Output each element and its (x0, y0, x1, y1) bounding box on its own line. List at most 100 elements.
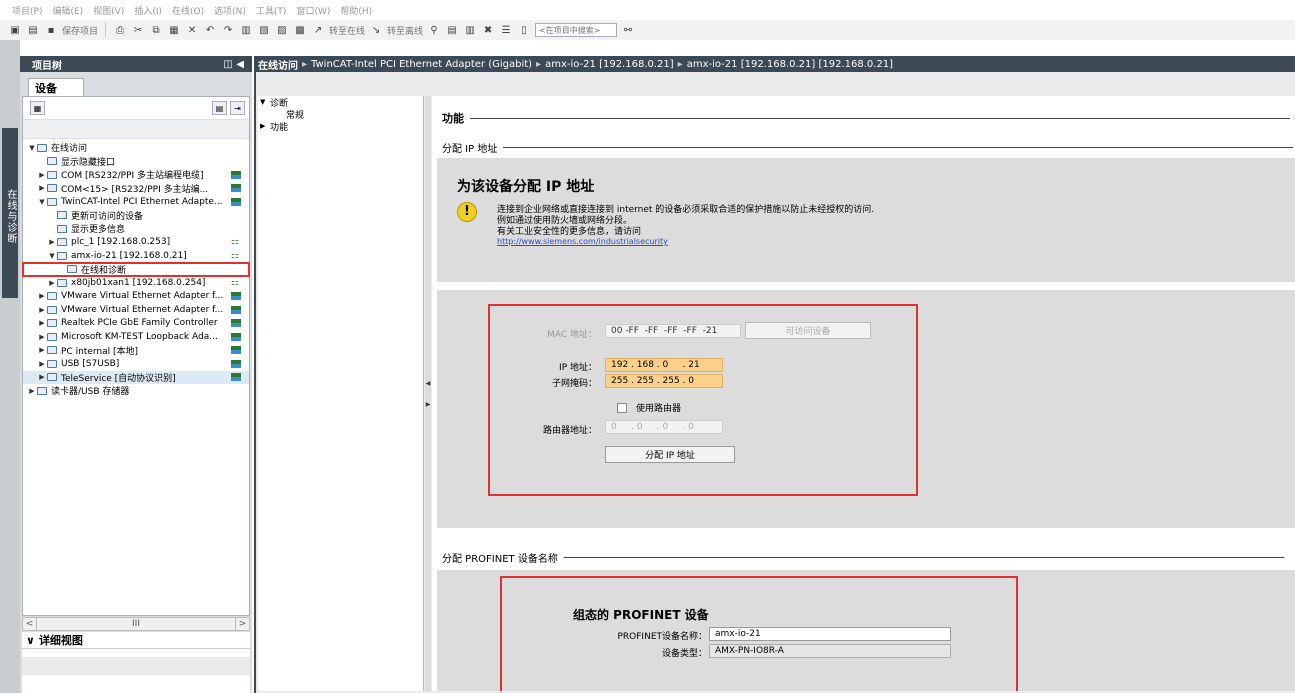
collapse-arrow-icon[interactable]: ▶ (37, 333, 47, 341)
go-offline-button[interactable]: 转至离线 (387, 24, 423, 37)
breadcrumb-item[interactable]: 在线访问 (258, 57, 298, 72)
detail-view-header[interactable]: ∨ 详细视图 (22, 632, 250, 648)
tree-item[interactable]: 显示更多信息 (23, 222, 249, 236)
copy-icon[interactable]: ⧉ (149, 23, 163, 37)
tree-view-icon[interactable]: ▦ (30, 101, 45, 115)
redo-icon[interactable]: ↷ (221, 23, 235, 37)
collapse-arrow-icon[interactable]: ▶ (47, 279, 57, 287)
simulation-icon[interactable]: ▩ (293, 23, 307, 37)
menu-item[interactable]: 在线(O) (168, 4, 208, 17)
split-horizontal-icon[interactable]: ☰ (499, 23, 513, 37)
collapse-arrow-icon[interactable]: ▶ (27, 387, 37, 395)
pane-splitter[interactable]: ◀ ▶ (425, 96, 431, 691)
delete-icon[interactable]: ✕ (185, 23, 199, 37)
profinet-name-field[interactable]: amx-io-21 (709, 627, 951, 641)
download-icon[interactable]: ▧ (257, 23, 271, 37)
tree-item[interactable]: ▶ TeleService [自动协议识别] (23, 370, 249, 384)
accessible-devices-icon[interactable]: ⚲ (427, 23, 441, 37)
collapse-arrow-icon[interactable]: ▶ (37, 360, 47, 368)
save-icon[interactable]: ▪ (44, 23, 58, 37)
tree-item[interactable]: ▶ 读卡器/USB 存储器 (23, 384, 249, 398)
tree-item[interactable]: ▶ USB [S7USB] (23, 357, 249, 371)
export-icon[interactable]: ⇥ (230, 101, 245, 115)
nav-item[interactable]: ▼ 诊断 (258, 96, 423, 109)
project-search-input[interactable] (535, 23, 618, 37)
accessible-devices-button[interactable]: 可访问设备 (745, 322, 871, 339)
save-project-button[interactable]: 保存项目 (62, 24, 98, 37)
undo-icon[interactable]: ↶ (203, 23, 217, 37)
print-icon[interactable]: ⎙ (113, 23, 127, 37)
collapse-arrow-icon[interactable]: ▶ (37, 319, 47, 327)
menu-item[interactable]: 窗口(W) (292, 4, 334, 17)
collapse-arrow-icon[interactable]: ▶ (37, 184, 47, 192)
tree-item[interactable]: ▶ Realtek PCIe GbE Family Controller (23, 317, 249, 331)
splitter-right-icon[interactable]: ▶ (426, 401, 431, 408)
menu-item[interactable]: 帮助(H) (336, 4, 376, 17)
cross-reference-icon[interactable]: ▤ (445, 23, 459, 37)
tree-item[interactable]: ▶ VMware Virtual Ethernet Adapter f... (23, 290, 249, 304)
new-project-icon[interactable]: ▣ (8, 23, 22, 37)
tree-item[interactable]: ▶ VMware Virtual Ethernet Adapter f... (23, 303, 249, 317)
collapse-arrow-icon[interactable]: ▶ (37, 292, 47, 300)
collapse-panel-icon[interactable]: ◫ ◀ (223, 59, 244, 70)
tree-item[interactable]: ▼ TwinCAT-Intel PCI Ethernet Adapte... (23, 195, 249, 209)
tree-item[interactable]: 在线和诊断 (22, 261, 250, 277)
tree-item[interactable]: 显示隐藏接口 (23, 155, 249, 169)
tab-devices[interactable]: 设备 (28, 78, 84, 96)
split-icon[interactable]: ▥ (463, 23, 477, 37)
collapse-arrow-icon[interactable]: ▶ (37, 171, 47, 179)
cut-icon[interactable]: ✂ (131, 23, 145, 37)
go-online-button[interactable]: 转至在线 (329, 24, 365, 37)
tree-item[interactable]: ▶ Microsoft KM-TEST Loopback Ada... (23, 330, 249, 344)
security-link[interactable]: http://www.siemens.com/industrialsecurit… (497, 237, 668, 246)
scroll-right-icon[interactable]: > (235, 618, 249, 630)
nav-item[interactable]: 常规 (258, 108, 423, 121)
menu-item[interactable]: 编辑(E) (48, 4, 87, 17)
collapse-arrow-icon[interactable]: ▶ (47, 238, 57, 246)
tree-horizontal-scrollbar[interactable]: < III > (22, 617, 250, 631)
subnet-mask-field[interactable]: 255 . 255 . 255 . 0 (605, 374, 723, 388)
collapse-arrow-icon[interactable]: ▶ (37, 346, 47, 354)
paste-icon[interactable]: ▦ (167, 23, 181, 37)
scroll-thumb[interactable]: III (132, 619, 140, 629)
menu-item[interactable]: 视图(V) (89, 4, 128, 17)
expand-arrow-icon[interactable]: ▼ (37, 198, 47, 206)
tree-item[interactable]: ▼ amx-io-21 [192.168.0.21] ⚏ (23, 249, 249, 263)
nav-item[interactable]: ▶ 功能 (258, 120, 423, 133)
breadcrumb-item[interactable]: amx-io-21 [192.168.0.21] (545, 59, 674, 70)
menu-item[interactable]: 插入(I) (130, 4, 166, 17)
tree-item[interactable]: ▶ COM [RS232/PPI 多主站编程电缆] (23, 168, 249, 182)
compile-icon[interactable]: ▥ (239, 23, 253, 37)
tree-item[interactable]: ▶ PC internal [本地] (23, 344, 249, 358)
tree-item[interactable]: ▼ 在线访问 (23, 141, 249, 155)
collapse-arrow-icon[interactable]: ▶ (37, 306, 47, 314)
use-router-checkbox[interactable] (617, 403, 627, 413)
tree-item[interactable]: 更新可访问的设备 (23, 209, 249, 223)
open-project-icon[interactable]: ▤ (26, 23, 40, 37)
menu-item[interactable]: 项目(P) (8, 4, 46, 17)
ip-address-field[interactable]: 192 . 168 . 0 . 21 (605, 358, 723, 372)
close-icon[interactable]: ✖ (481, 23, 495, 37)
tree-item-label: TeleService [自动协议识别] (61, 373, 176, 384)
upload-icon[interactable]: ▨ (275, 23, 289, 37)
split-vertical-icon[interactable]: ▯ (517, 23, 531, 37)
tree-item[interactable]: ▶ plc_1 [192.168.0.253] ⚏ (23, 236, 249, 250)
online-diagnostics-side-tab[interactable]: 在线与诊断 (2, 128, 18, 298)
expand-arrow-icon[interactable]: ▼ (47, 252, 57, 260)
binoculars-icon[interactable]: ⚯ (621, 23, 635, 37)
tree-item-label: 显示更多信息 (71, 225, 126, 236)
breadcrumb-item[interactable]: amx-io-21 [192.168.0.21] [192.168.0.21] (687, 59, 893, 70)
assign-ip-button[interactable]: 分配 IP 地址 (605, 446, 735, 463)
menu-item[interactable]: 选项(N) (210, 4, 250, 17)
go-offline-icon[interactable]: ↘ (369, 23, 383, 37)
splitter-left-icon[interactable]: ◀ (426, 380, 431, 387)
scroll-left-icon[interactable]: < (23, 618, 37, 630)
tree-item[interactable]: ▶ COM<15> [RS232/PPI 多主站编... (23, 182, 249, 196)
breadcrumb-item[interactable]: TwinCAT-Intel PCI Ethernet Adapter (Giga… (311, 59, 532, 70)
expand-arrow-icon[interactable]: ▼ (27, 144, 37, 152)
tree-item[interactable]: ▶ x80jb01xan1 [192.168.0.254] ⚏ (23, 276, 249, 290)
collapse-arrow-icon[interactable]: ▶ (37, 373, 47, 381)
go-online-icon[interactable]: ↗ (311, 23, 325, 37)
overview-icon[interactable]: ▤ (212, 101, 227, 115)
menu-item[interactable]: 工具(T) (252, 4, 291, 17)
